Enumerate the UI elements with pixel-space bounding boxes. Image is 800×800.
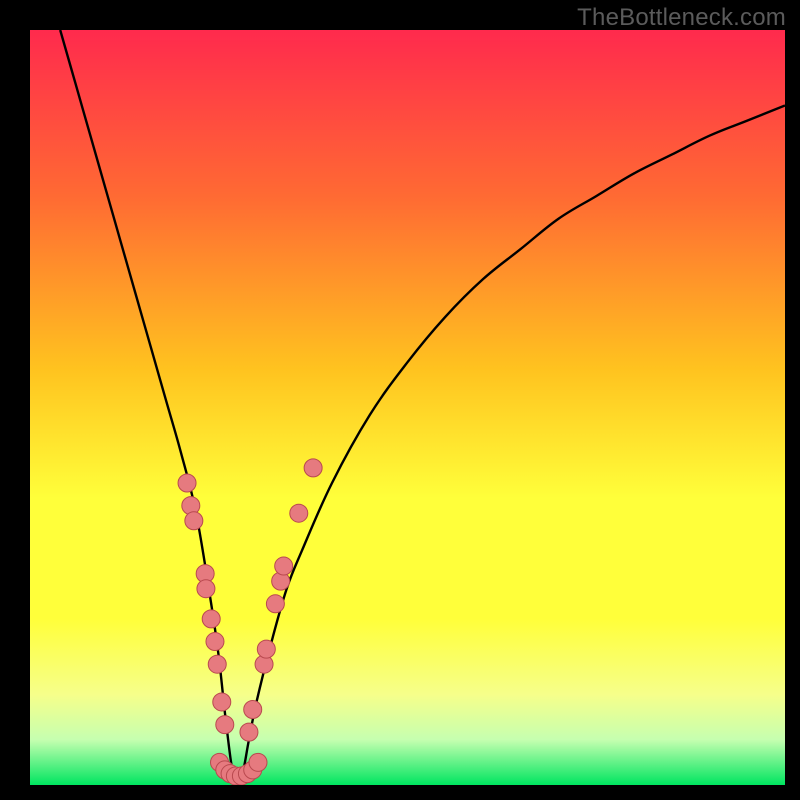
sample-dot: [178, 474, 196, 492]
sample-dot: [197, 580, 215, 598]
sample-dot: [202, 610, 220, 628]
sample-dot: [213, 693, 231, 711]
plot-area: [30, 30, 785, 785]
sample-dot: [290, 504, 308, 522]
sample-dot: [216, 716, 234, 734]
sample-dot: [257, 640, 275, 658]
sample-dot: [275, 557, 293, 575]
sample-dots-group: [178, 459, 322, 785]
sample-dot: [206, 633, 224, 651]
watermark-text: TheBottleneck.com: [577, 4, 786, 32]
chart-container: TheBottleneck.com: [0, 0, 800, 800]
chart-svg: [30, 30, 785, 785]
sample-dot: [185, 512, 203, 530]
sample-dot: [249, 753, 267, 771]
sample-dot: [266, 595, 284, 613]
sample-dot: [244, 701, 262, 719]
sample-dot: [304, 459, 322, 477]
sample-dot: [208, 655, 226, 673]
sample-dot: [240, 723, 258, 741]
bottleneck-curve: [60, 30, 785, 784]
